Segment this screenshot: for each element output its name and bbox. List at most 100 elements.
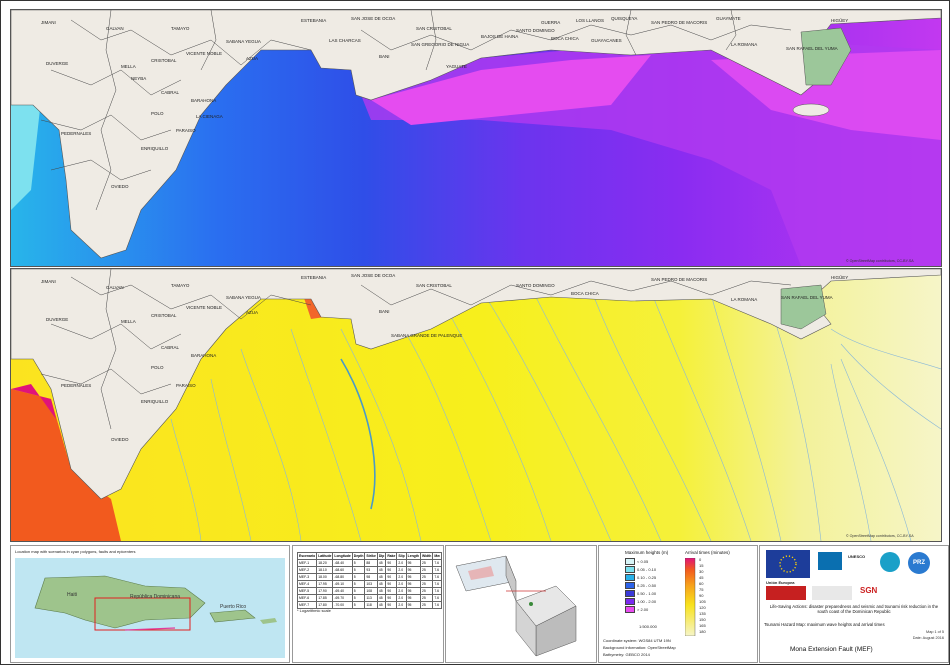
time-tick-label: 120 (699, 605, 706, 610)
spain-logo (766, 586, 806, 600)
place-label: BARAHONA (191, 353, 216, 358)
sgn-logo: SGN (860, 586, 878, 595)
max-wave-height-map[interactable]: JIMANI GALVAN TAMAYO VICENTE NOBLE SABAN… (10, 9, 942, 267)
time-tick-label: 15 (699, 563, 704, 568)
place-label: SAN JOSE DE OCOA (351, 16, 395, 21)
place-label: CRISTOBAL (151, 58, 177, 63)
map-info-line: Bathymetry: GEBCO 2014 (603, 652, 650, 657)
place-label: OVIEDO (111, 437, 129, 442)
place-label: QUISQUEYA (611, 16, 637, 21)
height-legend-item: 1.00 - 2.00 (625, 598, 656, 605)
place-label: PARAISO (176, 128, 196, 133)
place-label: SAN JOSE DE OCOA (351, 273, 395, 278)
time-tick-label: 165 (699, 623, 706, 628)
place-label: LA ROMANA (731, 42, 757, 47)
height-legend-item: < 0.05 (625, 558, 648, 565)
map-credit: © OpenStreetMap contributors, CC-BY-SA (846, 259, 914, 263)
arrival-time-map[interactable]: JIMANI GALVAN TAMAYO VICENTE NOBLE SABAN… (10, 268, 942, 542)
place-label: SAN GREGORIO DE NIGUA (411, 42, 469, 47)
place-label: HIGÜEY (831, 274, 848, 280)
place-label: DUVERGE (46, 317, 68, 322)
height-legend-item: > 2.00 (625, 606, 648, 613)
time-tick-label: 180 (699, 629, 706, 634)
locator-label: Puerto Rico (220, 604, 246, 610)
place-label: BAJOS DE HAINA (481, 34, 518, 39)
locator-title: Location map with scenarios in cyan poly… (15, 549, 136, 554)
place-label: SANTO DOMINGO (516, 28, 555, 33)
height-legend-item: 0.50 - 1.00 (625, 590, 656, 597)
prz-logo: PRZ (908, 552, 930, 574)
time-tick-label: 45 (699, 575, 704, 580)
table-row: MEF-4 17.95 -69.10 5 103 45 90 2.0 95 25 7.6 (296, 580, 442, 588)
place-label: PEDERNALES (61, 383, 91, 388)
place-label: VICENTE NOBLE (186, 305, 222, 310)
legend-panel: Maximum heights (m) < 0.05 0.05 - 0.10 0.1… (598, 545, 758, 663)
legend-swatch (625, 590, 635, 597)
place-label: ENRIQUILLO (141, 399, 169, 404)
scenario-parameters-panel: Escenario Latitude Longitude Depth Strike Di… (292, 545, 444, 663)
map-date: Date: August 2016 (912, 636, 944, 640)
place-label: BOCA CHICA (571, 291, 599, 296)
place-label: SAN PEDRO DE MACORIS (651, 20, 707, 25)
place-label: ENRIQUILLO (141, 146, 169, 151)
place-label: GALVAN (106, 26, 124, 31)
locator-label: Haiti (67, 592, 77, 598)
place-label: SAN CRISTOBAL (416, 26, 452, 31)
place-label: CRISTOBAL (151, 313, 177, 318)
place-label: GUERRA (541, 20, 560, 25)
map-info-line: Coordinate system: WGS84 UTM 19N (603, 638, 671, 643)
map-credit: © OpenStreetMap contributors, CC-BY-SA (846, 534, 914, 538)
place-label: LAS CHARCAS (329, 38, 361, 43)
place-label: AZUA (246, 56, 258, 61)
fault-block-diagram (455, 555, 577, 657)
place-label: SABANA GRANDE DE PALENQUE (391, 333, 462, 338)
time-tick-label: 90 (699, 593, 704, 598)
place-label: SAN CRISTOBAL (416, 283, 452, 288)
place-label: ESTEBANIA (301, 18, 326, 23)
legend-swatch (625, 574, 635, 581)
credits-panel: Unión Europea UNESCO PRZ SGN Life-Saving… (759, 545, 949, 663)
height-legend-item: 0.25 - 0.50 (625, 582, 656, 589)
table-row: MEF-2 18.10 -68.60 5 93 45 90 2.0 95 25 7.6 (296, 566, 442, 574)
place-label: CABRAL (161, 345, 180, 350)
table-row: MEF-3 18.00 -68.80 5 98 45 90 2.0 95 25 7.6 (296, 573, 442, 581)
time-tick-label: 75 (699, 587, 704, 592)
eu-flag-logo (766, 550, 810, 578)
height-legend-item: 0.10 - 0.25 (625, 574, 656, 581)
height-legend-title: Maximum heights (m) (625, 550, 669, 555)
place-label: YAGUATE (446, 64, 467, 69)
time-tick-label: 0 (699, 557, 702, 562)
aecid-logo (812, 586, 852, 600)
place-label: HIGÜEY (831, 17, 848, 23)
map-scale: 1:500.000 (639, 624, 657, 629)
project-title: Life-Saving Actions: disaster preparedne… (769, 604, 939, 614)
place-label: PEDERNALES (61, 131, 91, 136)
place-label: ESTEBANIA (301, 275, 326, 280)
place-label: BOCA CHICA (551, 36, 579, 41)
map-info-line: Background information: OpenStreetMap (603, 645, 676, 650)
place-label: AZUA (246, 310, 258, 315)
table-note: * Logarithmic scale (297, 608, 331, 613)
locator-label: República Dominicana (130, 594, 180, 600)
time-tick-label: 105 (699, 599, 706, 604)
map-number: Map 1 of 5 (926, 630, 944, 634)
time-legend-title: Arrival times (minutes) (685, 550, 730, 555)
table-row: MEF-1 18.20 -68.40 5 88 45 90 2.0 95 25 7.6 (296, 559, 442, 567)
isla-saona (792, 103, 830, 117)
place-label: GUAYACANES (591, 38, 622, 43)
place-label: DUVERGE (46, 61, 68, 66)
place-label: SAN RAFAEL DEL YUMA (781, 295, 833, 300)
place-label: MELLA (121, 64, 136, 69)
legend-swatch (625, 598, 635, 605)
time-tick-label: 60 (699, 581, 704, 586)
legend-swatch (625, 566, 635, 573)
legend-swatch (625, 606, 635, 613)
place-label: VICENTE NOBLE (186, 51, 222, 56)
table-header-row: Escenario Latitude Longitude Depth Strike Di… (296, 552, 442, 560)
time-tick-label: 30 (699, 569, 704, 574)
place-label: TAMAYO (171, 283, 190, 288)
locator-map: Haiti República Dominicana Puerto Rico (15, 558, 285, 658)
scenario-name: Mona Extension Fault (MEF) (790, 646, 873, 653)
locator-panel: Location map with scenarios in cyan poly… (10, 545, 290, 663)
arrival-time-colorbar (685, 558, 696, 636)
